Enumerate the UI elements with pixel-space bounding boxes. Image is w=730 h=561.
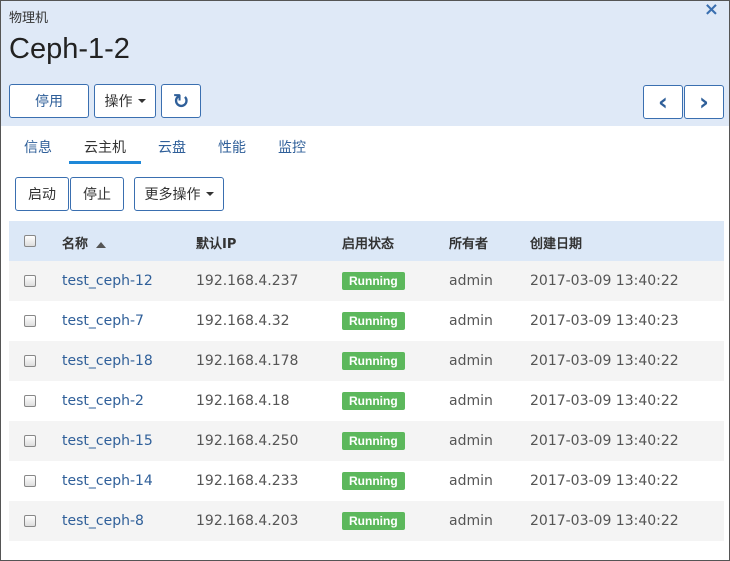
status-badge: Running (342, 352, 405, 370)
vm-owner: admin (449, 513, 493, 529)
operations-button-label: 操作 (104, 94, 133, 110)
column-header-owner[interactable]: 所有者 (449, 233, 488, 252)
vm-name-link[interactable]: test_ceph-18 (62, 353, 153, 369)
tab-info[interactable]: 信息 (24, 137, 52, 157)
status-badge: Running (342, 472, 405, 490)
stop-button-label: 停止 (83, 187, 111, 203)
sort-ascending-icon (96, 241, 107, 248)
more-actions-dropdown-button[interactable]: 更多操作 (134, 177, 224, 211)
refresh-icon: ↻ (172, 89, 190, 113)
vm-owner: admin (449, 313, 493, 329)
status-badge: Running (342, 512, 405, 530)
vm-owner: admin (449, 353, 493, 369)
column-header-name[interactable]: 名称 (62, 233, 107, 252)
row-checkbox[interactable] (24, 395, 36, 407)
row-checkbox[interactable] (24, 275, 36, 287)
vm-owner: admin (449, 433, 493, 449)
vm-name-link[interactable]: test_ceph-8 (62, 513, 144, 529)
active-tab-indicator (69, 161, 141, 164)
tab-vm-instances[interactable]: 云主机 (84, 137, 126, 157)
select-all-checkbox[interactable] (24, 235, 36, 247)
table-row: test_ceph-8 192.168.4.203 Running admin … (9, 501, 724, 541)
vm-ip: 192.168.4.178 (196, 353, 299, 369)
vm-ip: 192.168.4.18 (196, 393, 290, 409)
table-header: 名称 默认IP 启用状态 所有者 创建日期 (9, 221, 724, 261)
vm-ip: 192.168.4.203 (196, 513, 299, 529)
column-header-status[interactable]: 启用状态 (342, 233, 394, 252)
vm-owner: admin (449, 473, 493, 489)
stop-button[interactable]: 停止 (70, 177, 124, 211)
tab-monitoring[interactable]: 监控 (278, 137, 306, 157)
close-icon[interactable]: × (704, 1, 719, 20)
refresh-button[interactable]: ↻ (161, 84, 201, 118)
vm-name-link[interactable]: test_ceph-15 (62, 433, 153, 449)
vm-name-link[interactable]: test_ceph-14 (62, 473, 153, 489)
page-title: Ceph-1-2 (9, 33, 130, 65)
vm-name-link[interactable]: test_ceph-12 (62, 273, 153, 289)
disable-button[interactable]: 停用 (9, 84, 89, 118)
row-checkbox[interactable] (24, 475, 36, 487)
table-row: test_ceph-14 192.168.4.233 Running admin… (9, 461, 724, 501)
more-actions-label: 更多操作 (144, 187, 201, 203)
status-badge: Running (342, 432, 405, 450)
row-checkbox[interactable] (24, 315, 36, 327)
row-checkbox[interactable] (24, 435, 36, 447)
vm-created-date: 2017-03-09 13:40:22 (530, 473, 679, 489)
vm-host-panel: 物理机 × Ceph-1-2 停用 操作 ↻ ‹ › 信息 云主机 云盘 性能 … (0, 0, 730, 561)
caret-down-icon (137, 99, 146, 103)
caret-down-icon (205, 192, 214, 196)
table-row: test_ceph-15 192.168.4.250 Running admin… (9, 421, 724, 461)
previous-button[interactable]: ‹ (643, 85, 683, 119)
column-header-created[interactable]: 创建日期 (530, 233, 582, 252)
status-badge: Running (342, 392, 405, 410)
panel-header: 物理机 × Ceph-1-2 停用 操作 ↻ ‹ › (1, 1, 729, 126)
vm-owner: admin (449, 393, 493, 409)
table-row: test_ceph-12 192.168.4.237 Running admin… (9, 261, 724, 301)
vm-ip: 192.168.4.250 (196, 433, 299, 449)
table-row: test_ceph-7 192.168.4.32 Running admin 2… (9, 301, 724, 341)
chevron-right-icon: › (699, 88, 709, 116)
vm-created-date: 2017-03-09 13:40:22 (530, 393, 679, 409)
vm-created-date: 2017-03-09 13:40:22 (530, 353, 679, 369)
start-button[interactable]: 启动 (15, 177, 69, 211)
next-button[interactable]: › (684, 85, 724, 119)
vm-ip: 192.168.4.233 (196, 473, 299, 489)
vm-created-date: 2017-03-09 13:40:22 (530, 273, 679, 289)
tab-volumes[interactable]: 云盘 (158, 137, 186, 157)
vm-ip: 192.168.4.237 (196, 273, 299, 289)
column-header-name-label: 名称 (62, 237, 89, 252)
status-badge: Running (342, 312, 405, 330)
vm-created-date: 2017-03-09 13:40:22 (530, 433, 679, 449)
breadcrumb: 物理机 (9, 11, 49, 26)
vm-ip: 192.168.4.32 (196, 313, 290, 329)
row-checkbox[interactable] (24, 355, 36, 367)
disable-button-label: 停用 (35, 94, 63, 110)
start-button-label: 启动 (28, 187, 56, 203)
status-badge: Running (342, 272, 405, 290)
vm-owner: admin (449, 273, 493, 289)
row-checkbox[interactable] (24, 515, 36, 527)
vm-created-date: 2017-03-09 13:40:23 (530, 313, 679, 329)
chevron-left-icon: ‹ (658, 88, 668, 116)
column-header-ip[interactable]: 默认IP (196, 233, 236, 252)
tab-performance[interactable]: 性能 (218, 137, 246, 157)
vm-created-date: 2017-03-09 13:40:22 (530, 513, 679, 529)
table-row: test_ceph-18 192.168.4.178 Running admin… (9, 341, 724, 381)
operations-dropdown-button[interactable]: 操作 (94, 84, 156, 118)
vm-name-link[interactable]: test_ceph-2 (62, 393, 144, 409)
table-row: test_ceph-2 192.168.4.18 Running admin 2… (9, 381, 724, 421)
vm-name-link[interactable]: test_ceph-7 (62, 313, 144, 329)
tab-bar: 信息 云主机 云盘 性能 监控 (1, 127, 729, 167)
